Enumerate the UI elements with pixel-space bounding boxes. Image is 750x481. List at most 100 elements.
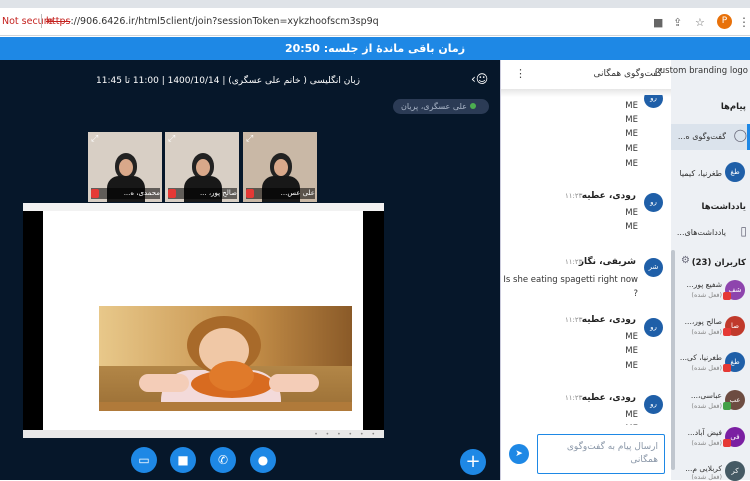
chat-panel: گفت‌وگوی همگانی ⋮ رو ME ME ME ME ME رو ر… <box>500 60 672 480</box>
camera-permission-icon[interactable]: ■ <box>653 16 663 29</box>
mic-button[interactable]: ● <box>250 447 276 473</box>
image-table <box>99 402 352 411</box>
url-path: ://906.6426.ir/html5client/join?sessionT… <box>70 16 379 27</box>
image-arm-right <box>269 374 319 392</box>
chat-options-icon[interactable]: ⋮ <box>515 67 526 80</box>
shared-notes-item[interactable]: یادداشت‌های... <box>677 228 726 237</box>
sender-avatar: رو <box>644 395 663 414</box>
slide-footer: • • • • • • <box>23 430 384 438</box>
message-line: ME <box>625 115 638 125</box>
message-line: ME <box>625 361 638 371</box>
chat-messages: رو ME ME ME ME ME رو رودی، عطیه ۱۱:۲۳ ME… <box>501 95 672 425</box>
user-name[interactable]: فیض آباد... <box>688 428 722 437</box>
slide-image <box>99 306 352 411</box>
webcam-tile[interactable]: ⤢ صالح پور، ... <box>165 132 239 202</box>
send-icon: ➤ <box>515 449 523 459</box>
muted-mic-icon <box>723 439 731 447</box>
sender-avatar: رو <box>644 318 663 337</box>
user-status: (فعل شده) <box>691 439 722 447</box>
muted-mic-icon <box>168 189 176 198</box>
expand-icon[interactable]: ⤢ <box>246 134 253 144</box>
session-timer-bar: زمان باقی ماندهٔ از جلسه: 20:50 <box>0 37 750 60</box>
notes-heading: یادداشت‌ها <box>701 202 746 212</box>
url-scheme: https <box>46 16 71 27</box>
session-title: زبان انگلیسی ( خانم علی عسگری) | 1400/10… <box>96 76 360 86</box>
divider <box>41 14 42 28</box>
webcam-name: علی عس... <box>246 188 315 199</box>
message-line: ME <box>625 332 638 342</box>
muted-mic-icon <box>246 189 254 198</box>
phone-button[interactable]: ✆ <box>210 447 236 473</box>
branding-logo: custom branding logo <box>655 66 748 76</box>
expand-icon[interactable]: ⤢ <box>91 134 98 144</box>
plus-icon: + <box>465 451 481 472</box>
muted-mic-icon <box>91 189 99 198</box>
participant-face <box>196 159 210 176</box>
browser-tab-strip <box>0 0 750 8</box>
share-icon[interactable]: ⇪ <box>673 16 682 29</box>
muted-mic-icon <box>723 292 731 300</box>
user-name[interactable]: شفیع پور... <box>687 280 722 289</box>
user-name[interactable]: کربلایی م... <box>685 464 722 473</box>
chat-header: گفت‌وگوی همگانی ⋮ <box>501 60 672 97</box>
message-line: ME <box>625 129 638 139</box>
chat-message-input[interactable]: ارسال پیام به گفت‌وگوی همگانی <box>537 434 665 474</box>
message-line: ? <box>633 289 638 299</box>
phone-icon: ✆ <box>217 453 229 467</box>
message-line: ME <box>625 208 638 218</box>
user-name[interactable]: صالح پور،... <box>685 317 722 326</box>
camera-button[interactable]: ■ <box>170 447 196 473</box>
actions-plus-button[interactable]: + <box>460 449 486 475</box>
screen-share-button[interactable]: ▭ <box>131 447 157 473</box>
user-status: (فعل شده) <box>691 402 722 410</box>
sender-name: رودی، عطیه <box>581 393 636 403</box>
main-presentation-area: زبان انگلیسی ( خانم علی عسگری) | 1400/10… <box>0 60 500 480</box>
browser-menu-icon[interactable]: ⋮ <box>738 15 750 29</box>
message-line: ME <box>625 222 638 232</box>
notes-icon: ▯ <box>740 224 747 238</box>
screen-share-icon: ▭ <box>138 453 150 467</box>
sender-name: شریفی، نگار <box>578 257 636 267</box>
slide-controls-icon[interactable]: • • • • • • <box>314 431 378 438</box>
private-chat-avatar[interactable]: طغ <box>725 162 745 182</box>
user-status: (فعل شده) <box>691 364 722 372</box>
user-avatar[interactable]: کر <box>725 461 745 481</box>
expand-icon[interactable]: ⤢ <box>168 134 175 144</box>
address-bar[interactable]: Not secure https://906.6426.ir/html5clie… <box>0 8 750 36</box>
star-icon[interactable]: ☆ <box>695 16 705 29</box>
user-name[interactable]: طغرنیا، کی... <box>680 353 722 362</box>
user-list-toggle-icon[interactable]: ‹☺ <box>471 72 488 86</box>
talking-indicator-icon <box>469 103 476 109</box>
slide-toolbar <box>23 203 384 211</box>
presentation-slide[interactable]: • • • • • • <box>23 203 384 438</box>
message-line: ME <box>625 101 638 111</box>
participant-face <box>119 159 133 176</box>
user-status: (فعل شده) <box>691 291 722 299</box>
mic-icon: ● <box>257 453 269 467</box>
message-line: ME <box>625 159 638 169</box>
mic-icon <box>723 402 731 410</box>
chat-title: گفت‌وگوی همگانی <box>593 69 662 79</box>
muted-mic-icon <box>723 328 731 336</box>
messages-heading: پیام‌ها <box>720 102 746 112</box>
message-line: ME <box>625 424 638 425</box>
user-name[interactable]: عباسی،... <box>691 391 722 400</box>
webcam-tile[interactable]: ⤢ محمدی، ه... <box>88 132 162 202</box>
message-line: ME <box>625 410 638 420</box>
message-line: ME <box>625 346 638 356</box>
private-chat-item[interactable]: طغرنیا، کیمیا <box>679 169 722 178</box>
user-list-scrollbar[interactable] <box>671 250 675 470</box>
message-line: ME <box>625 144 638 154</box>
user-status: (فعل شده) <box>691 328 722 336</box>
chat-bubble-icon: ◯ <box>733 128 747 142</box>
url-text[interactable]: https://906.6426.ir/html5client/join?ses… <box>46 16 379 27</box>
sender-avatar: شر <box>644 258 663 277</box>
profile-avatar[interactable]: P <box>717 14 732 29</box>
sender-avatar: رو <box>644 95 663 108</box>
gear-icon[interactable]: ⚙ <box>681 255 690 266</box>
webcam-tile[interactable]: ⤢ علی عس... <box>243 132 317 202</box>
send-message-button[interactable]: ➤ <box>509 444 529 464</box>
user-sidebar: custom branding logo پیام‌ها ◯ گفت‌وگوی … <box>655 60 750 481</box>
public-chat-label: گفت‌وگوی ه... <box>677 132 726 141</box>
slide-canvas <box>43 211 363 430</box>
